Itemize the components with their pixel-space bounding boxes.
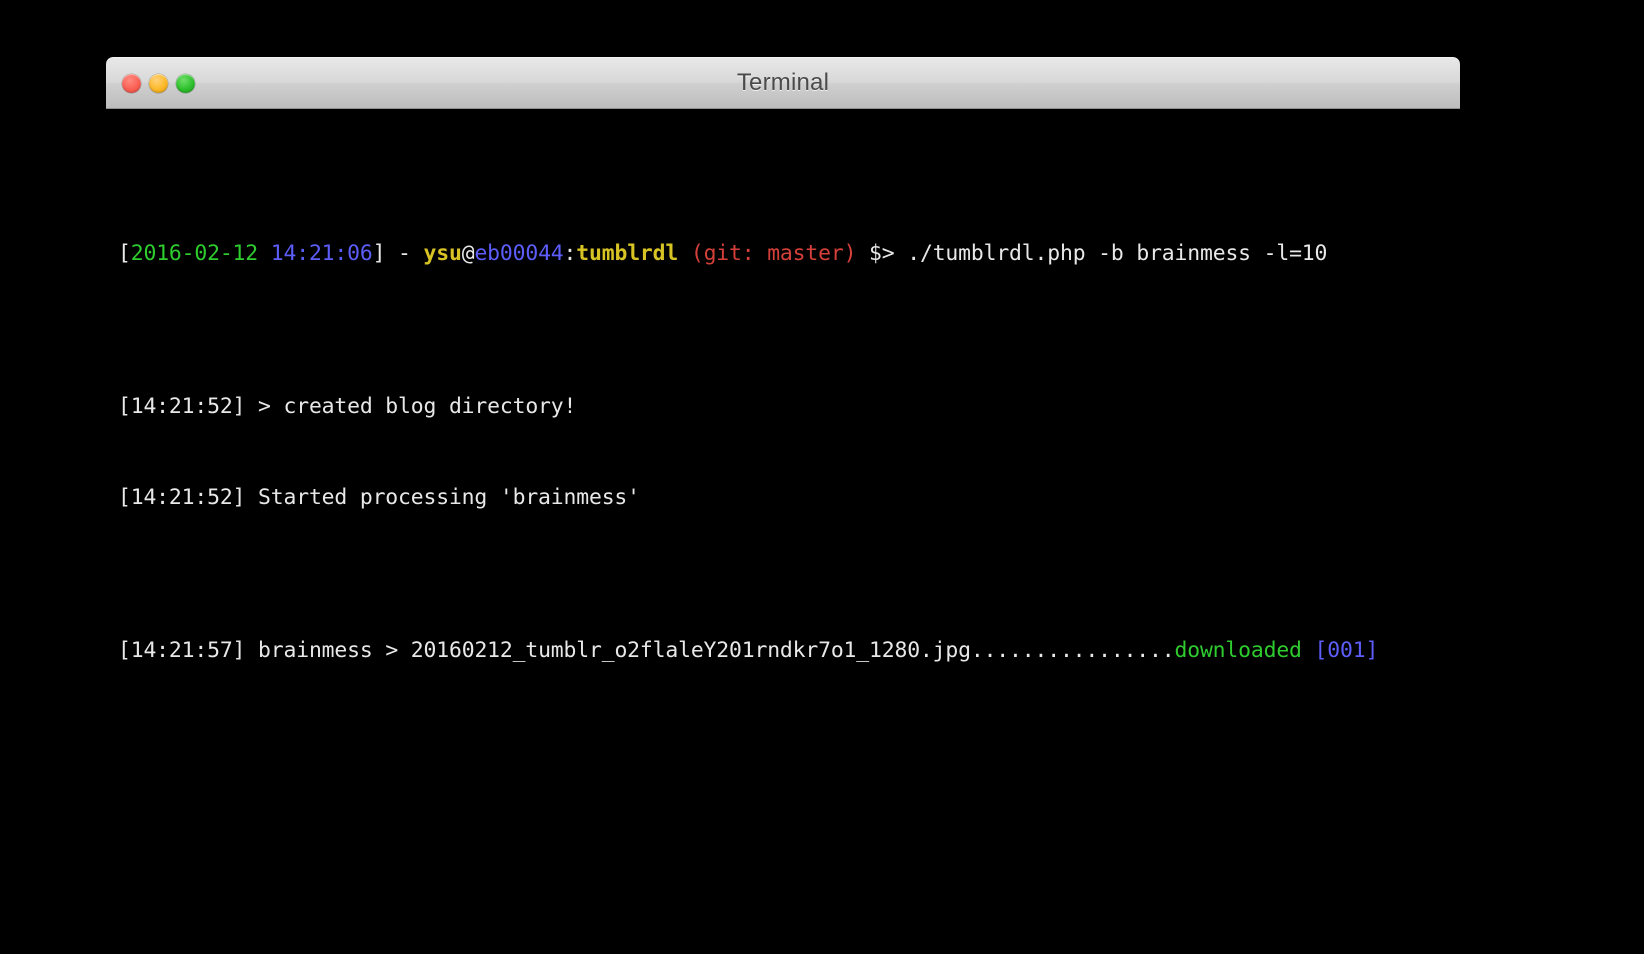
prompt-user: ysu <box>423 241 462 266</box>
blog-name: brainmess <box>258 637 373 663</box>
log-line-started-processing: [14:21:52] Started processing 'brainmess… <box>118 483 1460 514</box>
prompt-dash: - <box>385 241 424 266</box>
command-text: ./tumblrdl.php -b brainmess -l=10 <box>907 241 1328 266</box>
log-timestamp: [14:21:52] <box>118 393 246 419</box>
bracket-open: [ <box>118 241 131 266</box>
file-name: 20160212_tumblr_o2flaleY201rndkr7o1_1280… <box>410 637 971 663</box>
arrow-glyph: > <box>385 637 399 663</box>
log-message: Started processing 'brainmess' <box>245 485 640 510</box>
download-index: [001] <box>1314 637 1379 663</box>
download-row: [14:21:57] brainmess > 20160212_tumblr_o… <box>118 636 1460 667</box>
prompt-git-branch: (git: master) <box>678 241 870 266</box>
terminal-output: [2016-02-12 14:21:06] - ysu@eb00044:tumb… <box>118 117 1460 757</box>
window-controls[interactable] <box>122 58 195 108</box>
zoom-window-button[interactable] <box>176 73 195 93</box>
prompt-sigil: $> <box>869 241 908 266</box>
bracket-close: ] <box>372 241 386 266</box>
minimize-window-button[interactable] <box>149 73 168 93</box>
window-title: Terminal <box>736 69 830 96</box>
window-title-bar[interactable]: Terminal <box>106 57 1460 109</box>
log-message: > created blog directory! <box>245 393 577 419</box>
log-timestamp: [14:21:52] <box>118 485 246 510</box>
log-line-created-dir: [14:21:52] > created blog directory! <box>118 392 1460 423</box>
prompt-directory: tumblrdl <box>576 241 679 266</box>
prompt-time: 14:21:06 <box>270 241 373 266</box>
prompt-host: eb00044 <box>474 241 564 266</box>
dot-leader: ................ <box>970 637 1175 663</box>
close-window-button[interactable] <box>122 73 141 93</box>
prompt-date: 2016-02-12 <box>130 241 259 266</box>
log-timestamp: [14:21:57] <box>118 637 246 663</box>
terminal-window[interactable]: Terminal [2016-02-12 14:21:06] - ysu@eb0… <box>106 57 1460 757</box>
prompt-colon: : <box>563 241 577 266</box>
prompt-at: @ <box>461 241 475 266</box>
status-badge: downloaded <box>1174 637 1302 663</box>
prompt-line-top: [2016-02-12 14:21:06] - ysu@eb00044:tumb… <box>118 239 1460 270</box>
terminal-body[interactable]: [2016-02-12 14:21:06] - ysu@eb00044:tumb… <box>106 109 1460 757</box>
